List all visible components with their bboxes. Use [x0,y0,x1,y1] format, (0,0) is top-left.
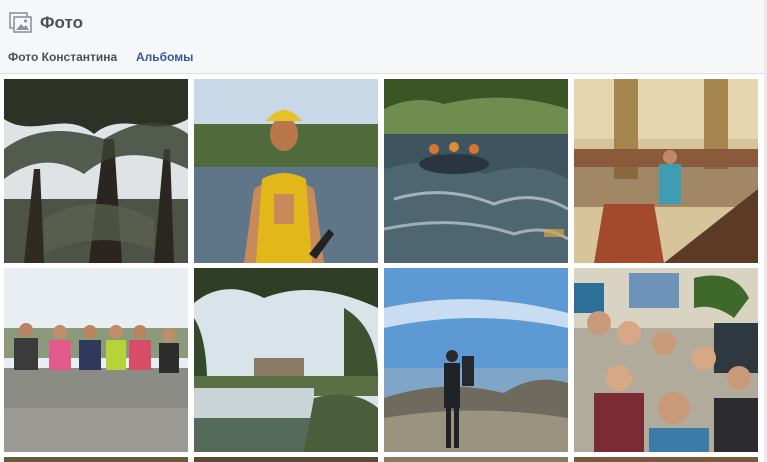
photo-thumbnail[interactable] [574,79,758,263]
photo-thumbnail[interactable] [4,457,188,462]
photo-thumbnail[interactable] [384,79,568,263]
photo-thumbnail[interactable] [194,268,378,452]
tab-user-photos[interactable]: Фото Константина [8,49,117,65]
photo-thumbnail[interactable] [384,268,568,452]
photo-thumbnail[interactable] [194,79,378,263]
photo-thumbnail[interactable] [4,268,188,452]
photo-thumbnail[interactable] [194,457,378,462]
photo-thumbnail[interactable] [384,457,568,462]
page-title: Фото [40,13,83,32]
tab-albums[interactable]: Альбомы [136,49,193,65]
photo-thumbnail[interactable] [574,457,758,462]
photos-header: Фото Фото Константина Альбомы [0,0,767,74]
photos-icon [9,12,33,34]
photo-thumbnail[interactable] [4,79,188,263]
photo-thumbnail[interactable] [574,268,758,452]
